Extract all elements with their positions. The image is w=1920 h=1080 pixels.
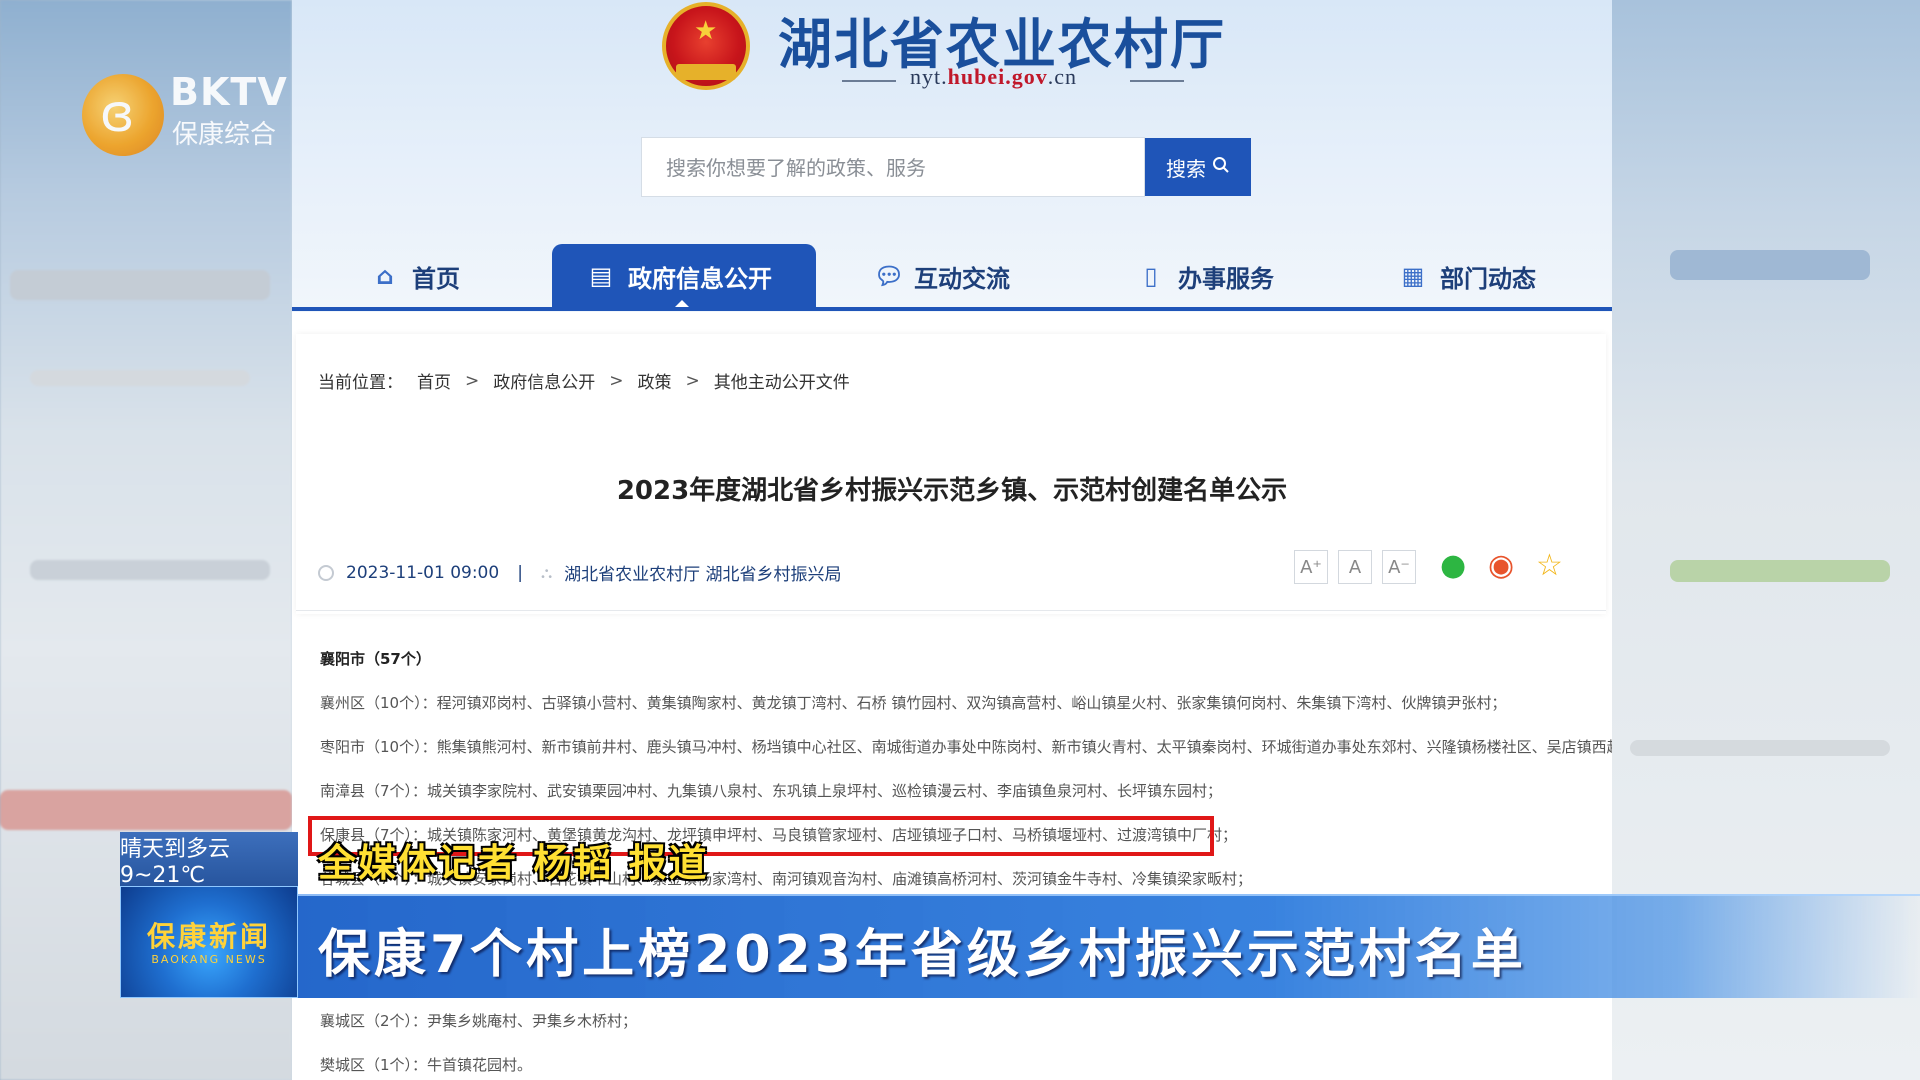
- font-increase-button[interactable]: A⁺: [1294, 550, 1328, 584]
- list-item: 枣阳市（10个）：熊集镇熊河村、新市镇前井村、鹿头镇马冲村、杨垱镇中心社区、南城…: [320, 738, 1612, 756]
- program-subtitle: BAOKANG NEWS: [151, 953, 267, 966]
- wechat-icon[interactable]: ●: [1440, 548, 1466, 583]
- nav-item-label: 办事服务: [1178, 264, 1274, 293]
- city-heading: 襄阳市（57个）: [320, 650, 431, 668]
- list-item: 襄城区（2个）：尹集乡姚庵村、尹集乡木桥村；: [320, 1012, 638, 1030]
- font-decrease-button[interactable]: A⁻: [1382, 550, 1416, 584]
- nav-item-label: 部门动态: [1440, 264, 1536, 293]
- search-icon: [1212, 155, 1230, 179]
- reporter-caption: 全媒体记者 杨韬 报道: [318, 841, 709, 885]
- breadcrumb-separator: >: [465, 370, 480, 391]
- chat-icon: 💬︎: [874, 262, 905, 290]
- nav-item-label: 政府信息公开: [628, 264, 772, 293]
- breadcrumb-separator: >: [609, 370, 624, 391]
- article-date: 2023-11-01 09:00: [346, 562, 500, 583]
- nav-item-label: 互动交流: [914, 264, 1010, 293]
- search-button[interactable]: 搜索: [1145, 138, 1251, 196]
- program-badge: 保康新闻 BAOKANG NEWS: [120, 886, 298, 998]
- nav-item-gov-info[interactable]: ▤ 政府信息公开: [588, 244, 772, 308]
- nav-item-services[interactable]: ▯ 办事服务: [1138, 244, 1274, 308]
- site-url: nyt.hubei.gov.cn: [910, 64, 1077, 89]
- search-box: [641, 137, 1168, 198]
- breadcrumb: 当前位置： 首页 > 政府信息公开 > 政策 > 其他主动公开文件: [318, 368, 850, 394]
- bookmark-icon: ▯: [1144, 262, 1158, 290]
- nav-item-interaction[interactable]: 💬︎ 互动交流: [874, 244, 1010, 308]
- news-icon: ▦: [1401, 262, 1425, 290]
- breadcrumb-prefix: 当前位置：: [318, 373, 403, 393]
- program-name: 保康新闻: [146, 920, 271, 953]
- weather-ticker: 晴天到多云 9~21℃: [120, 832, 298, 888]
- breadcrumb-item-policy[interactable]: 政策: [638, 368, 672, 393]
- url-divider-left: [842, 80, 896, 82]
- breadcrumb-item-gov-info[interactable]: 政府信息公开: [493, 368, 595, 393]
- organization-icon: ⛬: [540, 562, 553, 582]
- meta-separator: [296, 610, 1606, 611]
- article-source: 湖北省农业农村厅 湖北省乡村振兴局: [564, 565, 842, 585]
- nav-item-label: 首页: [412, 264, 460, 293]
- weibo-icon[interactable]: ◉: [1488, 548, 1514, 583]
- breadcrumb-item-other-files[interactable]: 其他主动公开文件: [714, 368, 850, 393]
- list-item: 南漳县（7个）：城关镇李家院村、武安镇栗园冲村、九集镇八泉村、东巩镇上泉坪村、巡…: [320, 782, 1223, 800]
- list-item: 樊城区（1个）：牛首镇花园村。: [320, 1056, 533, 1074]
- url-divider-right: [1130, 80, 1184, 82]
- national-emblem-icon: ★: [662, 2, 750, 90]
- favorite-star-icon[interactable]: ☆: [1536, 548, 1563, 583]
- news-headline: 保康7个村上榜2023年省级乡村振兴示范村名单: [318, 925, 1527, 985]
- breadcrumb-item-home[interactable]: 首页: [417, 368, 451, 393]
- font-reset-button[interactable]: A: [1338, 550, 1372, 584]
- search-button-label: 搜索: [1166, 156, 1206, 181]
- bktv-logo-icon: ɞ: [82, 74, 164, 156]
- channel-subtitle: 保康综合: [172, 120, 277, 150]
- clock-icon: [318, 564, 334, 581]
- document-icon: ▤: [589, 262, 613, 290]
- article-title: 2023年度湖北省乡村振兴示范乡镇、示范村创建名单公示: [616, 476, 1288, 506]
- breadcrumb-separator: >: [685, 370, 700, 391]
- search-input[interactable]: [642, 138, 1168, 198]
- channel-logo: ɞ BKTV 保康综合: [82, 70, 292, 160]
- meta-divider: |: [517, 562, 523, 583]
- article-meta: 2023-11-01 09:00 | ⛬ 湖北省农业农村厅 湖北省乡村振兴局: [318, 560, 842, 585]
- font-size-controls: A⁺ A A⁻: [1294, 550, 1416, 584]
- channel-logo-text: BKTV: [170, 70, 288, 114]
- list-item: 襄州区（10个）：程河镇邓岗村、古驿镇小营村、黄集镇陶家村、黄龙镇丁湾村、石桥 …: [320, 694, 1507, 712]
- nav-item-dept-news[interactable]: ▦ 部门动态: [1400, 244, 1536, 308]
- home-icon: ⌂: [376, 262, 394, 290]
- nav-item-home[interactable]: ⌂ 首页: [372, 244, 460, 308]
